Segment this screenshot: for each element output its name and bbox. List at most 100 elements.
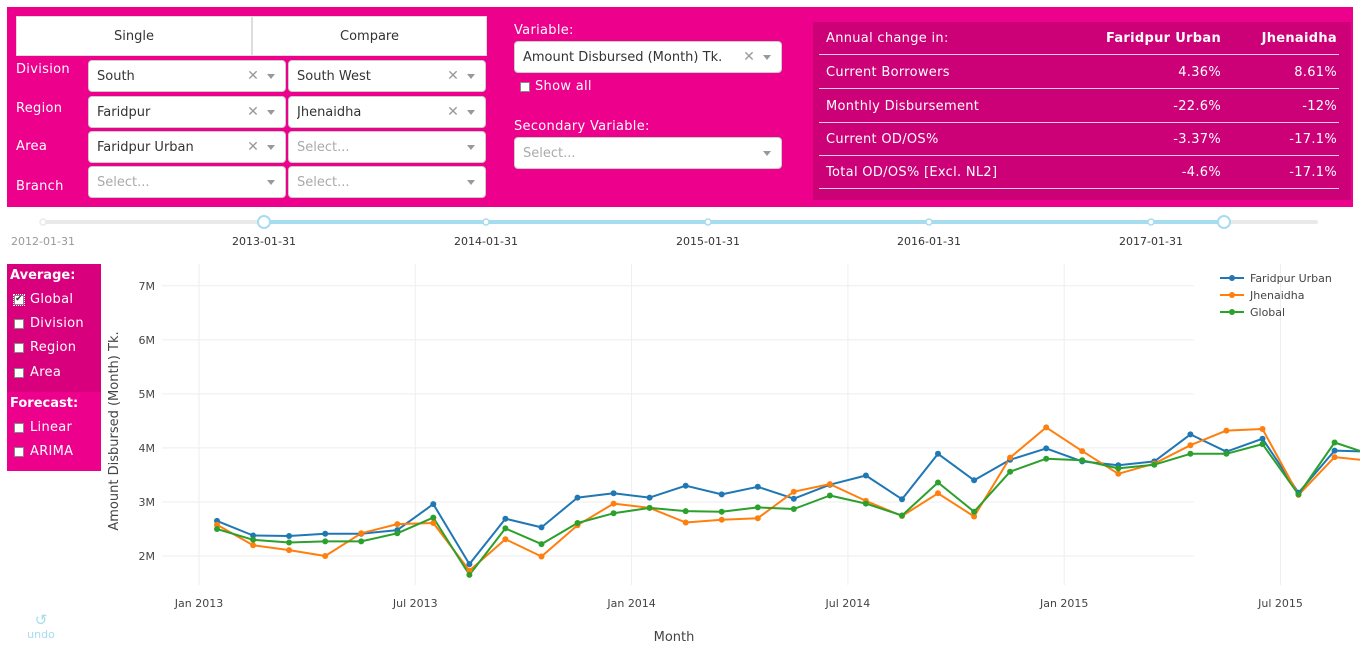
data-point: [1043, 445, 1050, 452]
data-point: [538, 524, 545, 531]
row-value-faridpur: 4.36%: [1178, 65, 1221, 80]
data-point: [1223, 448, 1230, 455]
slider-handle-start[interactable]: [257, 215, 271, 229]
data-point: [430, 501, 437, 508]
chevron-down-icon[interactable]: [267, 73, 275, 79]
data-point: [1331, 447, 1338, 454]
show-all-checkbox[interactable]: Show all: [520, 79, 592, 94]
chevron-down-icon[interactable]: [267, 109, 275, 115]
forecast-arima-checkbox[interactable]: ARIMA: [14, 444, 73, 459]
row-value-jhenaidha: 8.61%: [1294, 65, 1337, 80]
chevron-down-icon[interactable]: [467, 109, 475, 115]
average-division-label: Division: [30, 316, 84, 331]
date-range-slider[interactable]: 2012-01-31 2013-01-31 2014-01-31 2015-01…: [0, 210, 1360, 250]
clear-icon[interactable]: ✕: [445, 104, 461, 120]
data-point: [1115, 470, 1122, 477]
chevron-down-icon[interactable]: [763, 54, 771, 60]
checkbox-box[interactable]: [14, 446, 24, 457]
chevron-down-icon[interactable]: [267, 144, 275, 150]
data-point: [899, 512, 905, 519]
clear-icon[interactable]: ✕: [245, 139, 261, 155]
row-value-faridpur: -22.6%: [1173, 99, 1221, 114]
average-region-checkbox[interactable]: Region: [14, 340, 76, 355]
variable-select[interactable]: Amount Disbursed (Month) Tk. ✕: [514, 41, 782, 73]
data-point: [466, 561, 473, 568]
gridlines: [162, 264, 1281, 585]
data-point: [1187, 431, 1194, 438]
data-point: [574, 520, 581, 526]
secondary-variable-select[interactable]: Select...: [514, 137, 782, 169]
data-point: [1007, 454, 1014, 461]
legend-marker: [1229, 275, 1235, 281]
data-point: [322, 553, 329, 559]
division-select-left[interactable]: South ✕: [88, 60, 286, 92]
tab-compare[interactable]: Compare: [252, 16, 487, 56]
x-tick-label: Jan 2015: [1039, 597, 1088, 610]
checkbox-box[interactable]: ✔: [13, 293, 25, 306]
data-point: [610, 500, 617, 507]
average-area-checkbox[interactable]: Area: [14, 365, 61, 380]
data-point: [538, 553, 545, 560]
chevron-down-icon[interactable]: [467, 144, 475, 150]
slider-tick-dot: [704, 218, 712, 226]
series-points: [214, 424, 1338, 578]
row-value-jhenaidha: -17.1%: [1289, 165, 1337, 180]
clear-icon[interactable]: ✕: [741, 49, 757, 65]
average-area-label: Area: [30, 365, 62, 380]
data-point: [466, 571, 473, 578]
chevron-down-icon[interactable]: [267, 179, 275, 185]
checkbox-box[interactable]: [14, 422, 24, 433]
checkbox-box[interactable]: [14, 318, 24, 329]
clear-icon[interactable]: ✕: [245, 104, 261, 120]
data-point: [1079, 457, 1086, 464]
area-select-right[interactable]: Select...: [288, 131, 486, 163]
row-value-faridpur: -3.37%: [1173, 132, 1221, 147]
table-row: Monthly Disbursement -22.6% -12%: [819, 90, 1339, 123]
average-division-checkbox[interactable]: Division: [14, 316, 84, 331]
slider-handle-end[interactable]: [1217, 215, 1231, 229]
undo-button[interactable]: ↺ undo: [25, 612, 57, 641]
tab-single[interactable]: Single: [16, 16, 252, 56]
clear-icon[interactable]: ✕: [245, 68, 261, 84]
data-point: [1043, 424, 1050, 431]
region-left-value: Faridpur: [97, 104, 151, 120]
legend[interactable]: Faridpur Urban Jhenaidha Global: [1220, 272, 1332, 319]
branch-select-left[interactable]: Select...: [88, 166, 286, 198]
legend-marker: [1229, 309, 1235, 315]
y-axis: 2M 3M 4M 5M 6M 7M: [139, 280, 156, 563]
data-point: [826, 481, 833, 488]
checkbox-box[interactable]: [520, 81, 530, 92]
slider-tick-dot: [39, 218, 47, 226]
region-select-right[interactable]: Jhenaidha ✕: [288, 96, 486, 128]
data-point: [935, 479, 941, 486]
data-point: [682, 508, 689, 515]
division-right-value: South West: [297, 68, 371, 84]
region-select-left[interactable]: Faridpur ✕: [88, 96, 286, 128]
data-point: [826, 492, 833, 499]
area-select-left[interactable]: Faridpur Urban ✕: [88, 131, 286, 163]
header-col-faridpur: Faridpur Urban: [1105, 31, 1221, 46]
data-point: [286, 539, 293, 546]
average-global-checkbox[interactable]: ✔ Global: [13, 292, 73, 307]
division-select-right[interactable]: South West ✕: [288, 60, 486, 92]
annual-change-table: Annual change in: Faridpur Urban Jhenaid…: [813, 22, 1351, 200]
data-point: [1187, 450, 1194, 457]
secondary-variable-placeholder: Select...: [523, 145, 576, 161]
slider-tick-label: 2014-01-31: [454, 235, 518, 248]
forecast-linear-checkbox[interactable]: Linear: [14, 420, 72, 435]
checkbox-box[interactable]: [14, 367, 24, 378]
branch-select-right[interactable]: Select...: [288, 166, 486, 198]
chevron-down-icon[interactable]: [467, 179, 475, 185]
table-header: Annual change in: Faridpur Urban Jhenaid…: [819, 22, 1339, 55]
checkbox-box[interactable]: [14, 342, 24, 353]
data-point: [430, 514, 437, 521]
clear-icon[interactable]: ✕: [445, 68, 461, 84]
chevron-down-icon[interactable]: [467, 73, 475, 79]
slider-tick-label: 2017-01-31: [1119, 235, 1183, 248]
data-point: [935, 490, 941, 497]
tab-compare-label: Compare: [340, 28, 399, 44]
series-line: [216, 441, 1360, 576]
chevron-down-icon[interactable]: [763, 150, 771, 156]
x-tick-label: Jul 2013: [392, 597, 438, 610]
slider-tick-dot: [1147, 218, 1155, 226]
